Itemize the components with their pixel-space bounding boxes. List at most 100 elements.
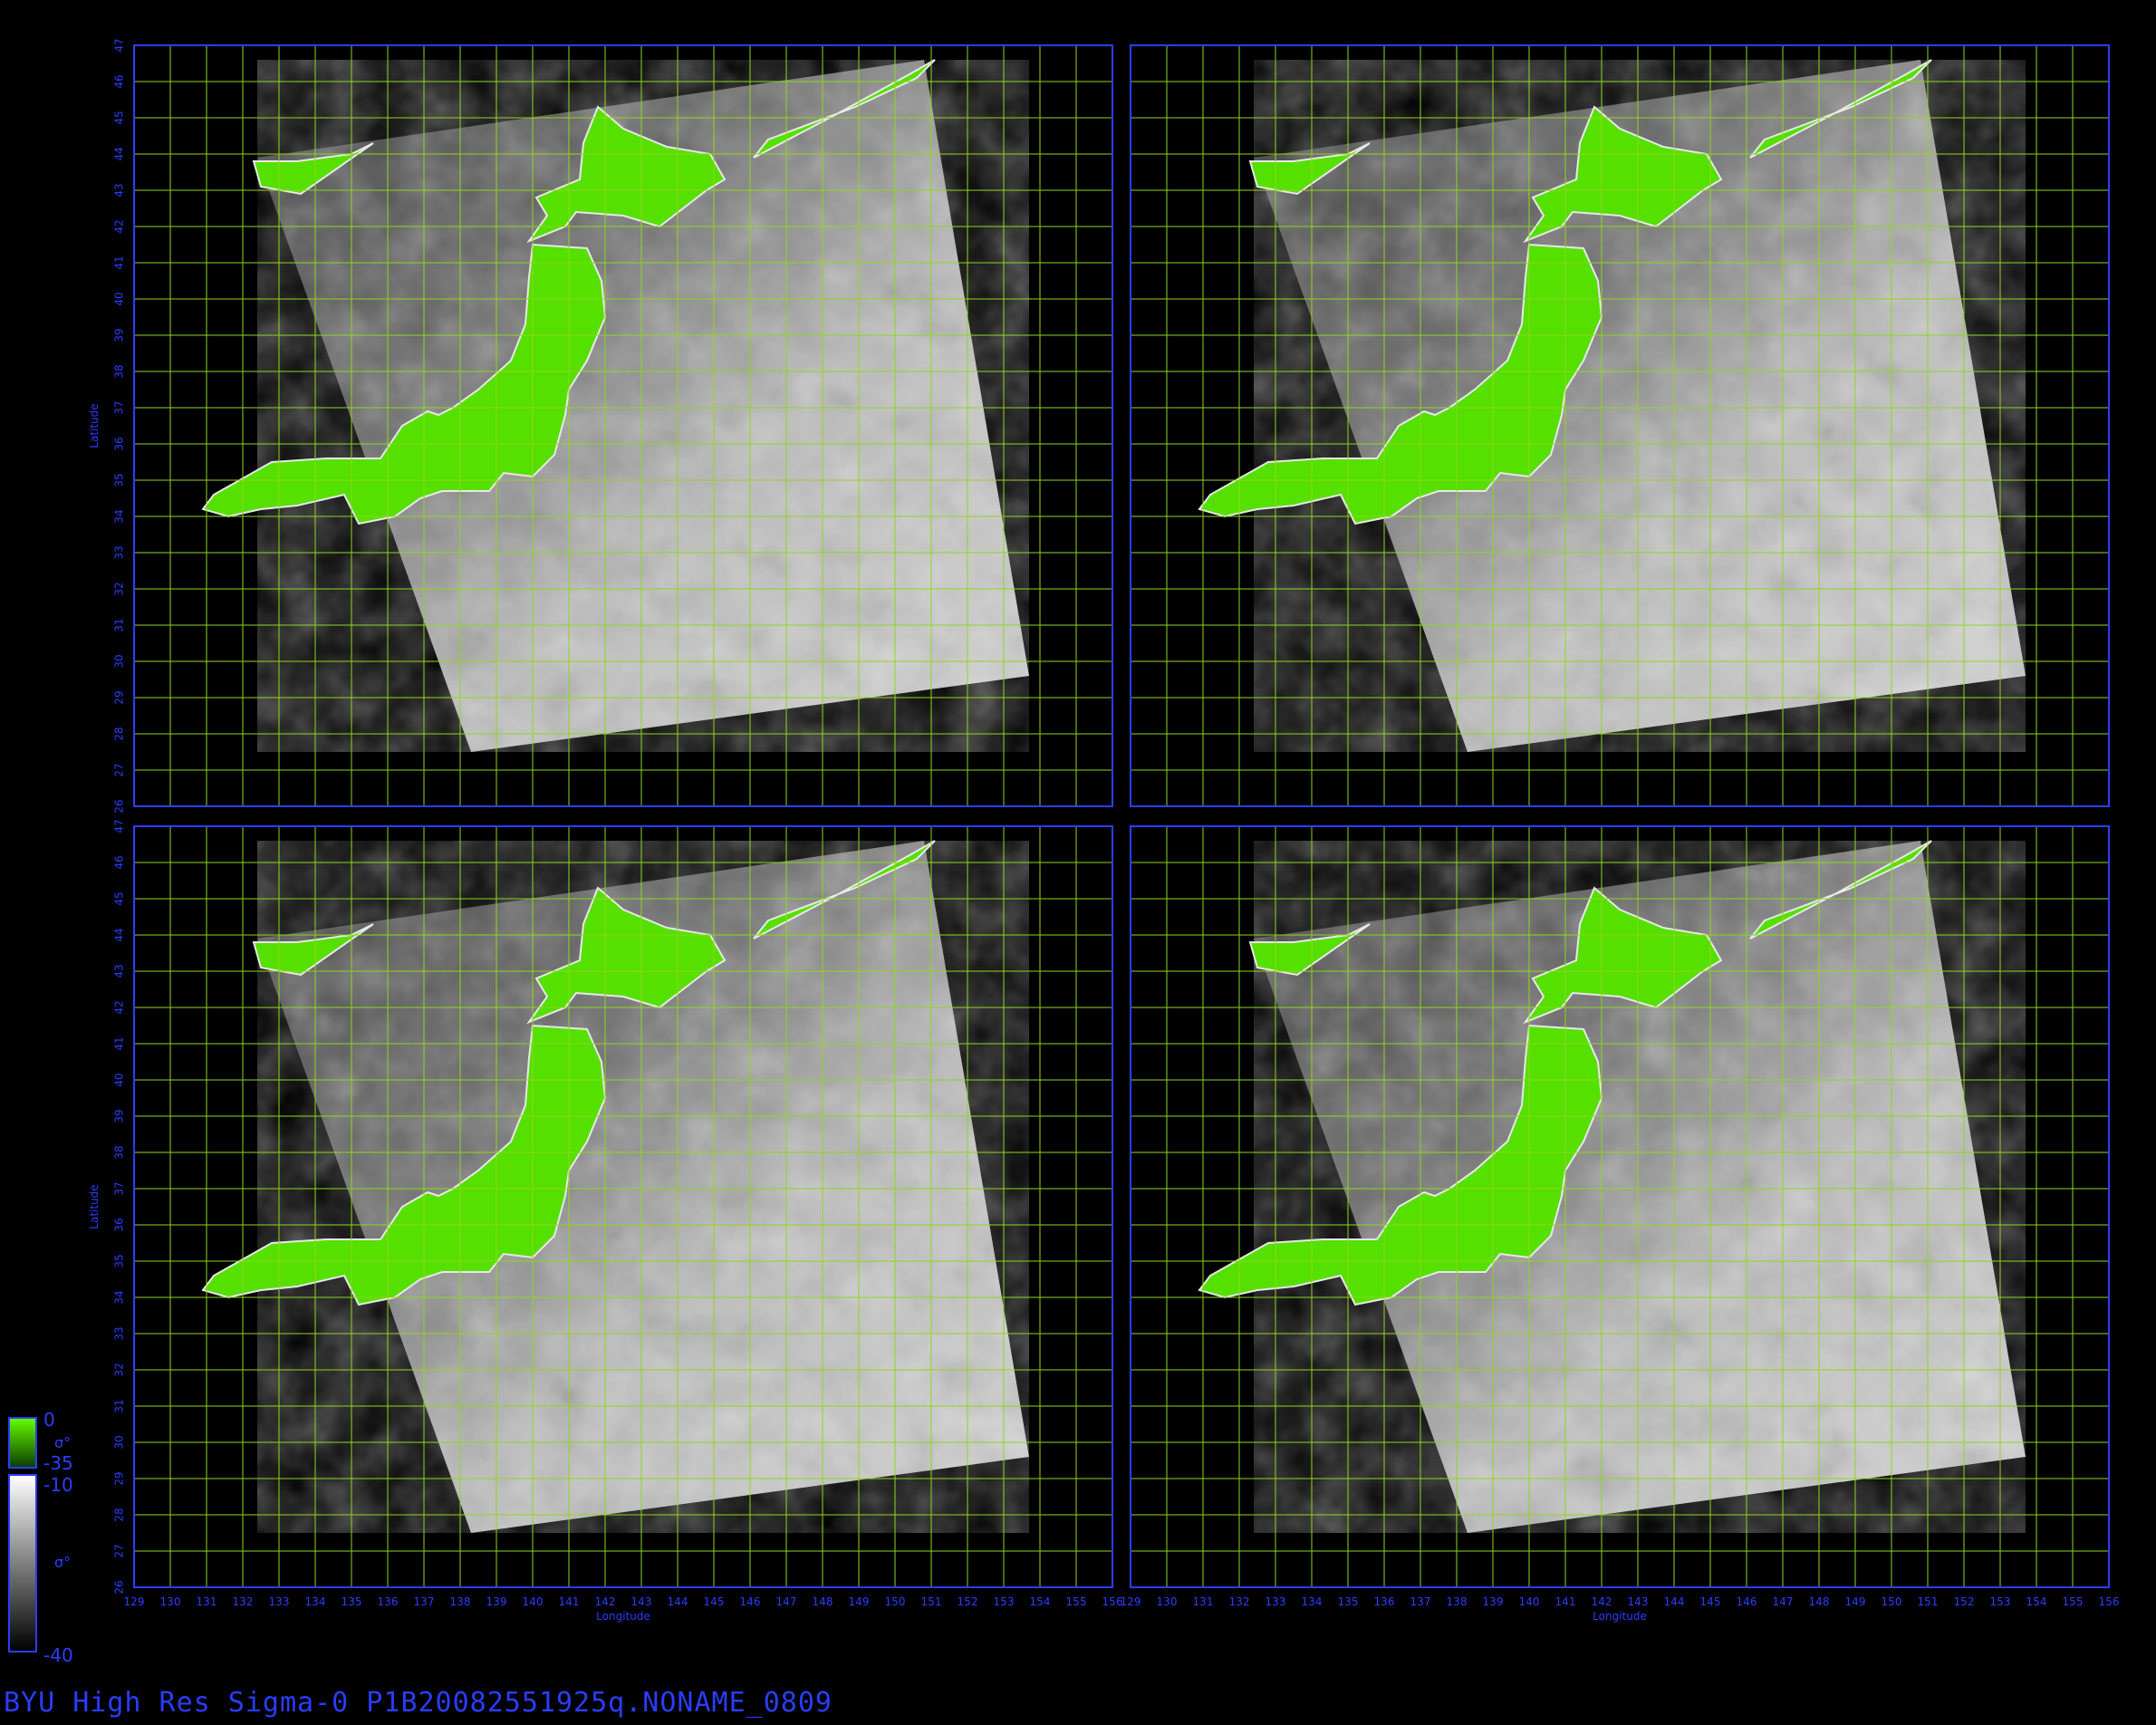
lat-tick-label: 40 [113, 292, 126, 305]
x-axis-label: Longitude [1593, 1610, 1647, 1623]
lat-tick-label: 35 [113, 1254, 126, 1267]
lat-tick-label: 43 [113, 964, 126, 978]
lon-tick-label: 143 [1628, 1595, 1649, 1608]
lat-tick-label: 38 [113, 1145, 126, 1159]
lat-tick-label: 46 [113, 74, 126, 88]
lat-tick-label: 39 [113, 328, 126, 342]
lon-tick-label: 133 [269, 1595, 290, 1608]
lon-tick-label: 150 [885, 1595, 906, 1608]
lon-tick-label: 149 [1845, 1595, 1866, 1608]
lat-tick-label: 30 [113, 1435, 126, 1449]
lon-tick-label: 132 [1229, 1595, 1250, 1608]
lon-tick-label: 133 [1266, 1595, 1286, 1608]
lon-tick-label: 145 [1700, 1595, 1721, 1608]
lon-tick-label: 150 [1882, 1595, 1902, 1608]
figure-title: BYU High Res Sigma-0 P1B20082551925q.NON… [4, 1687, 833, 1719]
lat-tick-label: 29 [113, 690, 126, 704]
lat-tick-label: 39 [113, 1109, 126, 1123]
lat-tick-label: 28 [113, 727, 126, 740]
lat-tick-label: 44 [113, 147, 126, 160]
lon-tick-label: 141 [559, 1595, 580, 1608]
lon-tick-label: 155 [2063, 1595, 2084, 1608]
lat-tick-label: 33 [113, 1326, 126, 1340]
lon-tick-label: 134 [305, 1595, 326, 1608]
lat-tick-label: 44 [113, 928, 126, 941]
lon-tick-label: 152 [1954, 1595, 1975, 1608]
lon-tick-label: 151 [921, 1595, 942, 1608]
colorbar: 0 σ° -35 -10 σ° -40 [8, 1409, 73, 1666]
lon-tick-label: 151 [1918, 1595, 1939, 1608]
lat-tick-label: 42 [113, 1000, 126, 1014]
lat-tick-label: 29 [113, 1471, 126, 1485]
lon-tick-label: 147 [776, 1595, 797, 1608]
lon-tick-label: 129 [1121, 1595, 1141, 1608]
lon-tick-label: 140 [1519, 1595, 1540, 1608]
lat-tick-label: 30 [113, 654, 126, 668]
map-panel-top-left: 26 27 28 29 30 31 32 33 34 35 36 37 38 39 40 41 42 43 44 45… [88, 38, 1113, 814]
lon-tick-label: 148 [813, 1595, 833, 1608]
colorbar-land-sigma-label: σ° [54, 1434, 71, 1451]
lat-tick-label: 33 [113, 545, 126, 559]
lon-tick-label: 155 [1066, 1595, 1087, 1608]
x-axis-label: Longitude [596, 1610, 650, 1623]
colorbar-land-max-label: 0 [43, 1409, 55, 1431]
lon-tick-label: 129 [124, 1595, 145, 1608]
lon-tick-label: 138 [1447, 1595, 1468, 1608]
map-panel-bottom-right: 129 130 131 132 133 134 135 136 137 138 139 140 141 1… [1121, 825, 2120, 1623]
colorbar-land-min-label: -35 [43, 1452, 73, 1474]
lon-tick-label: 145 [704, 1595, 725, 1608]
colorbar-ocean-scale [8, 1474, 37, 1653]
lon-tick-label: 137 [414, 1595, 435, 1608]
lon-tick-label: 156 [2099, 1595, 2120, 1608]
lon-tick-label: 144 [1664, 1595, 1685, 1608]
lon-tick-label: 131 [197, 1595, 217, 1608]
colorbar-ocean-max-label: -10 [43, 1474, 73, 1496]
map-panel-bottom-left: 26 27 28 29 30 31 32 33 34 35 36 37 38 39 40 41 42 43 44 45… [88, 819, 1122, 1623]
sigma0-map-figure: 26 27 28 29 30 31 32 33 34 35 36 37 38 39 40 41 42 43 44 45… [8, 38, 2120, 1666]
lon-tick-label: 146 [1737, 1595, 1757, 1608]
lat-tick-label: 43 [113, 183, 126, 197]
lon-tick-label: 131 [1193, 1595, 1214, 1608]
lat-tick-label: 36 [113, 437, 126, 450]
lon-tick-label: 148 [1809, 1595, 1830, 1608]
lon-tick-label: 135 [342, 1595, 362, 1608]
lon-tick-label: 140 [523, 1595, 544, 1608]
lat-tick-label: 47 [113, 38, 126, 52]
lon-tick-label: 130 [160, 1595, 181, 1608]
lon-tick-label: 149 [849, 1595, 870, 1608]
y-axis-label: Latitude [88, 403, 101, 448]
lon-tick-label: 147 [1773, 1595, 1794, 1608]
lon-tick-label: 135 [1338, 1595, 1359, 1608]
lat-tick-label: 45 [113, 111, 126, 124]
lat-tick-label: 45 [113, 891, 126, 905]
colorbar-ocean-sigma-label: σ° [54, 1554, 71, 1571]
lon-tick-label: 142 [595, 1595, 616, 1608]
lat-tick-label: 41 [113, 255, 126, 269]
lat-tick-label: 46 [113, 855, 126, 869]
lon-tick-label: 142 [1592, 1595, 1612, 1608]
map-panel-top-right [1130, 44, 2110, 807]
lat-tick-label: 31 [113, 1399, 126, 1412]
lat-tick-label: 36 [113, 1218, 126, 1231]
lon-tick-label: 154 [2026, 1595, 2047, 1608]
y-axis-label: Latitude [88, 1184, 101, 1229]
lon-tick-label: 146 [740, 1595, 761, 1608]
lat-tick-label: 32 [113, 582, 126, 595]
lat-tick-label: 27 [113, 763, 126, 776]
lon-tick-label: 132 [233, 1595, 254, 1608]
lat-tick-label: 26 [113, 799, 126, 813]
lat-tick-label: 27 [113, 1544, 126, 1557]
lat-tick-label: 34 [113, 1290, 126, 1304]
lat-tick-label: 38 [113, 364, 126, 378]
lon-tick-label: 136 [1374, 1595, 1395, 1608]
lat-tick-label: 41 [113, 1036, 126, 1050]
lon-tick-label: 137 [1410, 1595, 1431, 1608]
lat-tick-label: 37 [113, 1181, 126, 1195]
lon-tick-label: 154 [1030, 1595, 1051, 1608]
lat-tick-label: 47 [113, 819, 126, 833]
lon-tick-label: 141 [1555, 1595, 1576, 1608]
lat-tick-label: 31 [113, 618, 126, 631]
lon-tick-label: 152 [958, 1595, 978, 1608]
lon-tick-label: 134 [1302, 1595, 1323, 1608]
lat-tick-label: 37 [113, 400, 126, 414]
